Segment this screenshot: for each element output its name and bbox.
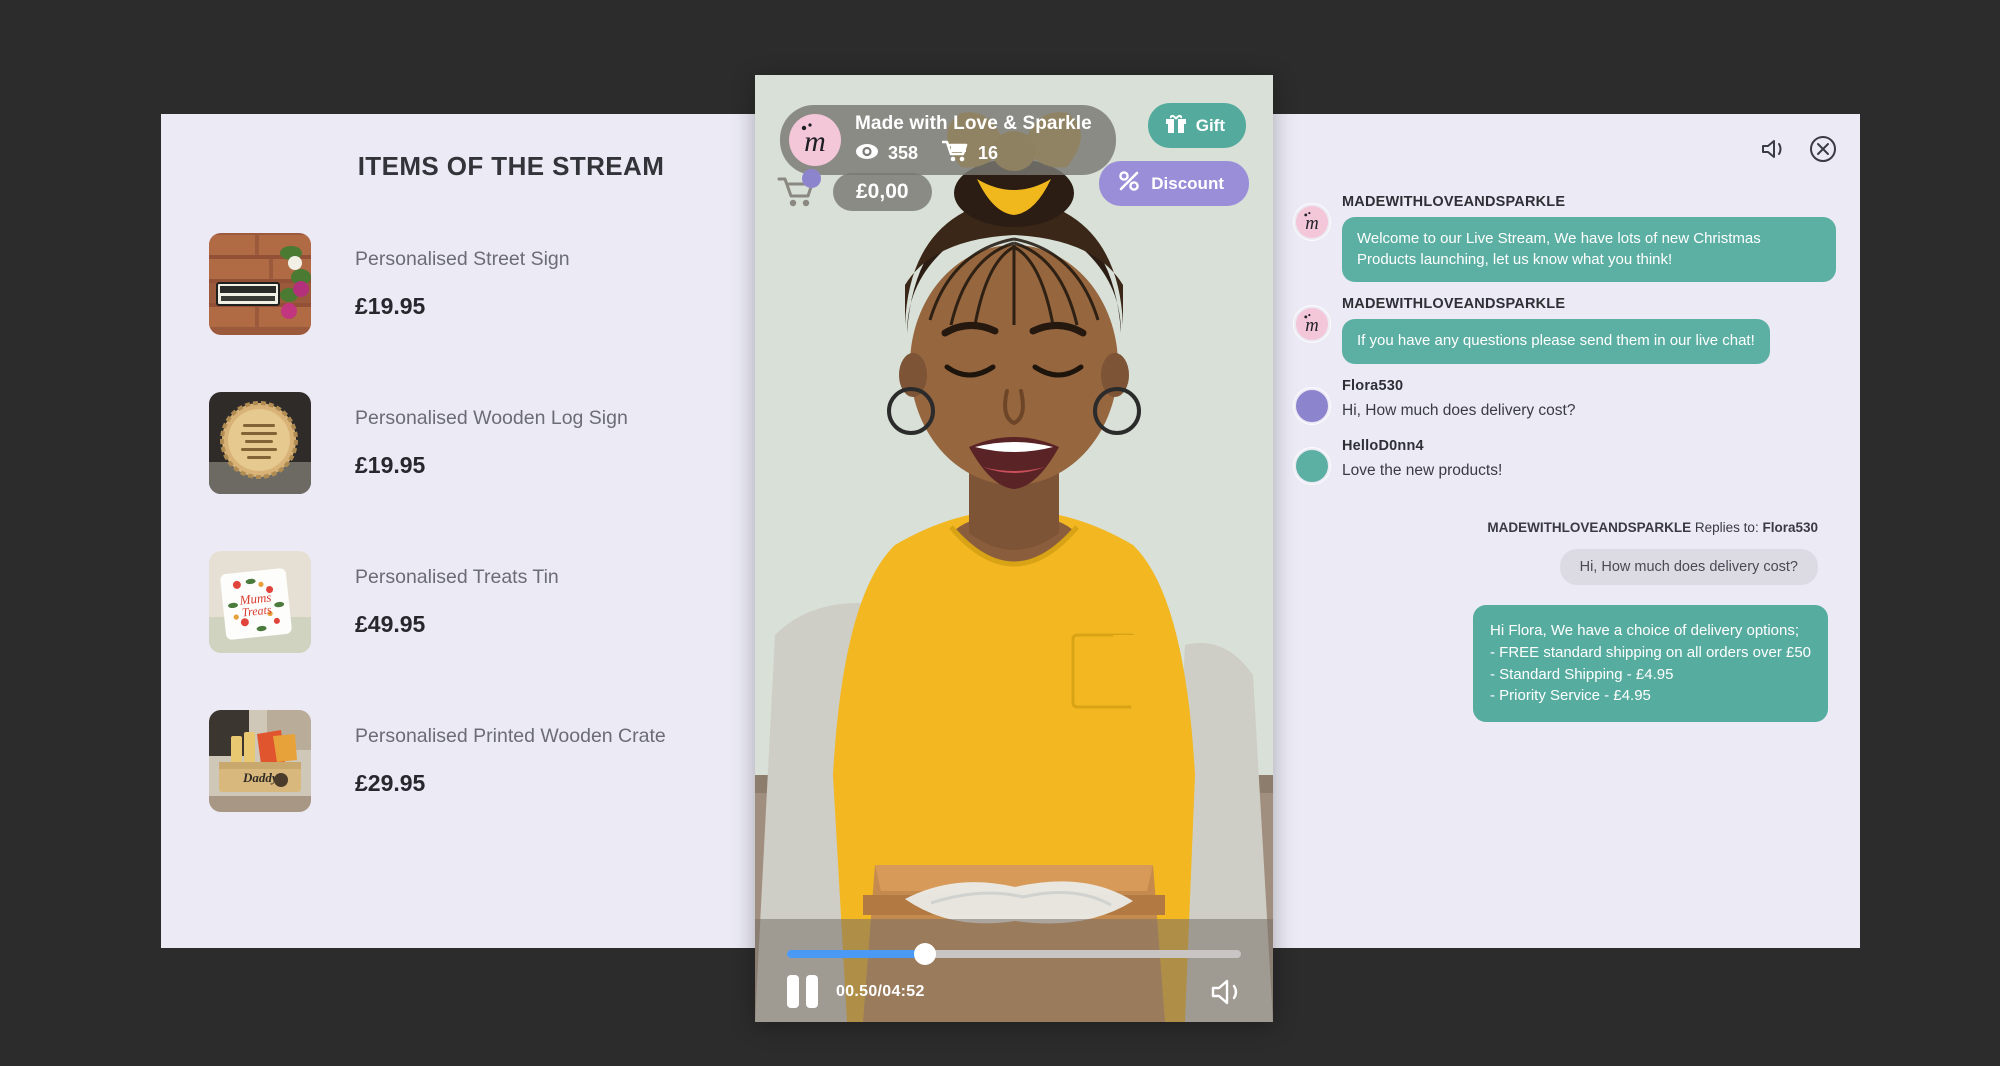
chat-bubble: Welcome to our Live Stream, We have lots… [1342, 217, 1836, 282]
street-sign-thumb [209, 233, 311, 335]
chat-username: MADEWITHLOVEANDSPARKLE [1342, 296, 1836, 312]
wooden-crate-thumb: Daddy [209, 710, 311, 812]
chat-username: HelloD0nn4 [1342, 438, 1836, 454]
cart-badge [802, 169, 821, 188]
discount-label: Discount [1151, 174, 1224, 194]
chat-toolbar [1758, 134, 1838, 164]
video-frame [755, 75, 1273, 1022]
item-name: Personalised Wooden Log Sign [355, 407, 799, 430]
avatar [1294, 388, 1330, 424]
chat-message-list: m MADEWITHLOVEANDSPARKLE Welcome to our … [1270, 194, 1860, 722]
item-price: £19.95 [355, 293, 799, 320]
reply-header: MADEWITHLOVEANDSPARKLE Replies to: Flora… [1318, 520, 1828, 535]
seek-bar[interactable] [787, 950, 1241, 958]
treats-tin-thumb: Mums Treats [209, 551, 311, 653]
chat-message: HelloD0nn4 Love the new products! [1294, 438, 1836, 484]
chat-message: m MADEWITHLOVEANDSPARKLE Welcome to our … [1294, 194, 1836, 282]
chat-message-body: MADEWITHLOVEANDSPARKLE Welcome to our Li… [1342, 194, 1836, 282]
cart-icon[interactable] [777, 175, 817, 209]
viewer-count: 358 [888, 143, 918, 164]
seek-handle[interactable] [914, 943, 936, 965]
cart-total-row[interactable]: £0,00 [777, 173, 932, 211]
brand-avatar: m [789, 114, 841, 166]
chat-username: Flora530 [1342, 378, 1836, 394]
item-price: £19.95 [355, 452, 799, 479]
item-text: Personalised Wooden Log Sign £19.95 [355, 407, 799, 479]
cart-count: 16 [978, 143, 998, 164]
cart-total: £0,00 [833, 173, 932, 211]
svg-text:m: m [804, 125, 826, 158]
quoted-message-row: Hi, How much does delivery cost? [1318, 549, 1828, 585]
item-name: Personalised Treats Tin [355, 566, 799, 589]
app-root: ITEMS OF THE STREAM [0, 0, 2000, 1066]
chat-message: Flora530 Hi, How much does delivery cost… [1294, 378, 1836, 424]
reply-author: MADEWITHLOVEANDSPARKLE [1487, 520, 1691, 535]
gift-label: Gift [1196, 116, 1225, 136]
chat-message-body: MADEWITHLOVEANDSPARKLE If you have any q… [1342, 296, 1836, 364]
chat-bubble: If you have any questions please send th… [1342, 319, 1770, 364]
item-text: Personalised Treats Tin £49.95 [355, 566, 799, 638]
viewer-stat: 358 [855, 143, 918, 165]
chat-message-body: HelloD0nn4 Love the new products! [1342, 438, 1836, 481]
item-price: £29.95 [355, 770, 799, 797]
avatar: m [1294, 204, 1330, 240]
speaker-icon[interactable] [1758, 134, 1788, 164]
volume-icon[interactable] [1209, 978, 1243, 1006]
video-controls: 00.50/04:52 [755, 919, 1273, 1022]
stream-title: Made with Love & Sparkle [855, 113, 1092, 135]
svg-text:m: m [1305, 213, 1318, 234]
discount-button[interactable]: Discount [1099, 161, 1249, 206]
gift-button[interactable]: Gift [1148, 103, 1246, 148]
cart-stat: 16 [942, 140, 998, 167]
eye-icon [855, 143, 879, 165]
video-player[interactable]: m Made with Love & Sparkle 358 [755, 75, 1273, 1022]
pause-button[interactable] [787, 975, 818, 1008]
wooden-log-sign-thumb [209, 392, 311, 494]
chat-text: Love the new products! [1342, 461, 1836, 481]
controls-row: 00.50/04:52 [787, 975, 1243, 1008]
svg-text:Daddy: Daddy [242, 770, 278, 785]
pause-bar-right [806, 975, 818, 1008]
reply-to-label: Replies to: [1695, 520, 1759, 535]
stream-stats: 358 16 [855, 140, 1092, 167]
chat-panel: m MADEWITHLOVEANDSPARKLE Welcome to our … [1270, 114, 1860, 948]
quoted-message: Hi, How much does delivery cost? [1560, 549, 1818, 585]
stream-info-pill: m Made with Love & Sparkle 358 [780, 105, 1116, 175]
reply-to-user: Flora530 [1762, 520, 1818, 535]
percent-icon [1118, 170, 1140, 197]
chat-reply-thread: MADEWITHLOVEANDSPARKLE Replies to: Flora… [1294, 520, 1836, 722]
close-icon[interactable] [1808, 134, 1838, 164]
avatar: m [1294, 306, 1330, 342]
svg-text:m: m [1305, 315, 1318, 336]
cart-icon [942, 140, 969, 167]
item-name: Personalised Street Sign [355, 248, 799, 271]
stream-meta: Made with Love & Sparkle 358 16 [855, 113, 1092, 167]
chat-text: Hi, How much does delivery cost? [1342, 401, 1836, 421]
chat-message-body: Flora530 Hi, How much does delivery cost… [1342, 378, 1836, 421]
gift-icon [1165, 112, 1187, 139]
reply-answer: Hi Flora, We have a choice of delivery o… [1473, 605, 1828, 722]
item-text: Personalised Street Sign £19.95 [355, 248, 799, 320]
seek-progress [787, 950, 925, 958]
item-text: Personalised Printed Wooden Crate £29.95 [355, 725, 799, 797]
time-display: 00.50/04:52 [836, 983, 925, 1001]
pause-bar-left [787, 975, 799, 1008]
chat-message: m MADEWITHLOVEANDSPARKLE If you have any… [1294, 296, 1836, 364]
avatar [1294, 448, 1330, 484]
reply-answer-row: Hi Flora, We have a choice of delivery o… [1318, 605, 1828, 722]
chat-username: MADEWITHLOVEANDSPARKLE [1342, 194, 1836, 210]
item-price: £49.95 [355, 611, 799, 638]
item-name: Personalised Printed Wooden Crate [355, 725, 799, 748]
